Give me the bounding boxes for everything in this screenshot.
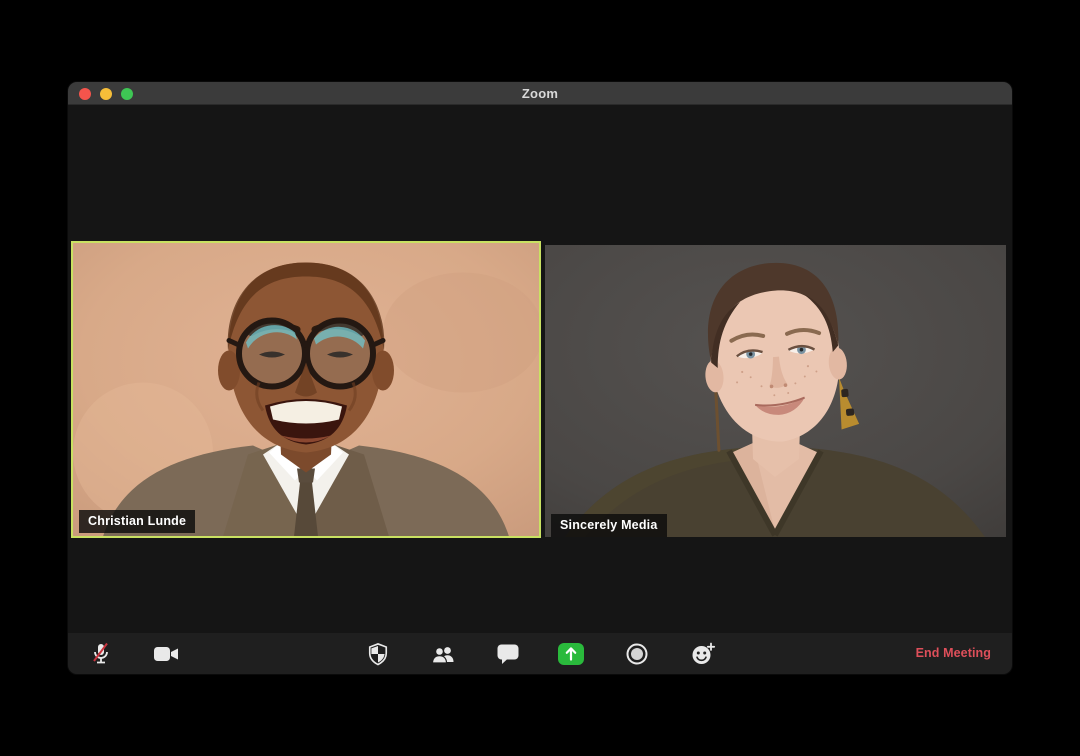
desktop-background: { "window": { "title": "Zoom" }, "partic… (0, 0, 1080, 756)
reactions-button[interactable] (681, 633, 725, 674)
share-screen-button[interactable] (549, 633, 593, 674)
video-tile-active-speaker[interactable]: Christian Lunde (71, 241, 541, 538)
participants-icon (431, 646, 454, 664)
security-shield-icon (368, 642, 388, 665)
participant-video-portrait (545, 245, 1006, 537)
participant-name-label: Sincerely Media (551, 514, 667, 537)
chat-icon (497, 644, 519, 664)
share-screen-icon (558, 642, 584, 665)
meeting-toolbar: End Meeting (68, 633, 1012, 674)
end-meeting-button[interactable]: End Meeting (916, 633, 991, 674)
zoom-window: Zoom Christian Lunde Sincerely Media End… (68, 82, 1012, 674)
window-titlebar[interactable]: Zoom (68, 82, 1012, 105)
mute-button[interactable] (79, 633, 123, 674)
participant-name-label: Christian Lunde (79, 510, 196, 533)
video-tile-participant[interactable]: Sincerely Media (545, 245, 1006, 537)
security-button[interactable] (356, 633, 400, 674)
microphone-muted-icon (93, 642, 108, 663)
record-icon (626, 643, 648, 664)
meeting-stage: Christian Lunde Sincerely Media (68, 105, 1012, 633)
record-button[interactable] (615, 633, 659, 674)
participant-video-portrait (73, 243, 539, 536)
video-camera-icon (154, 646, 178, 661)
chat-button[interactable] (486, 633, 530, 674)
stop-video-button[interactable] (144, 633, 188, 674)
reactions-icon (692, 642, 716, 664)
window-title: Zoom (521, 86, 559, 101)
participants-button[interactable] (422, 633, 466, 674)
